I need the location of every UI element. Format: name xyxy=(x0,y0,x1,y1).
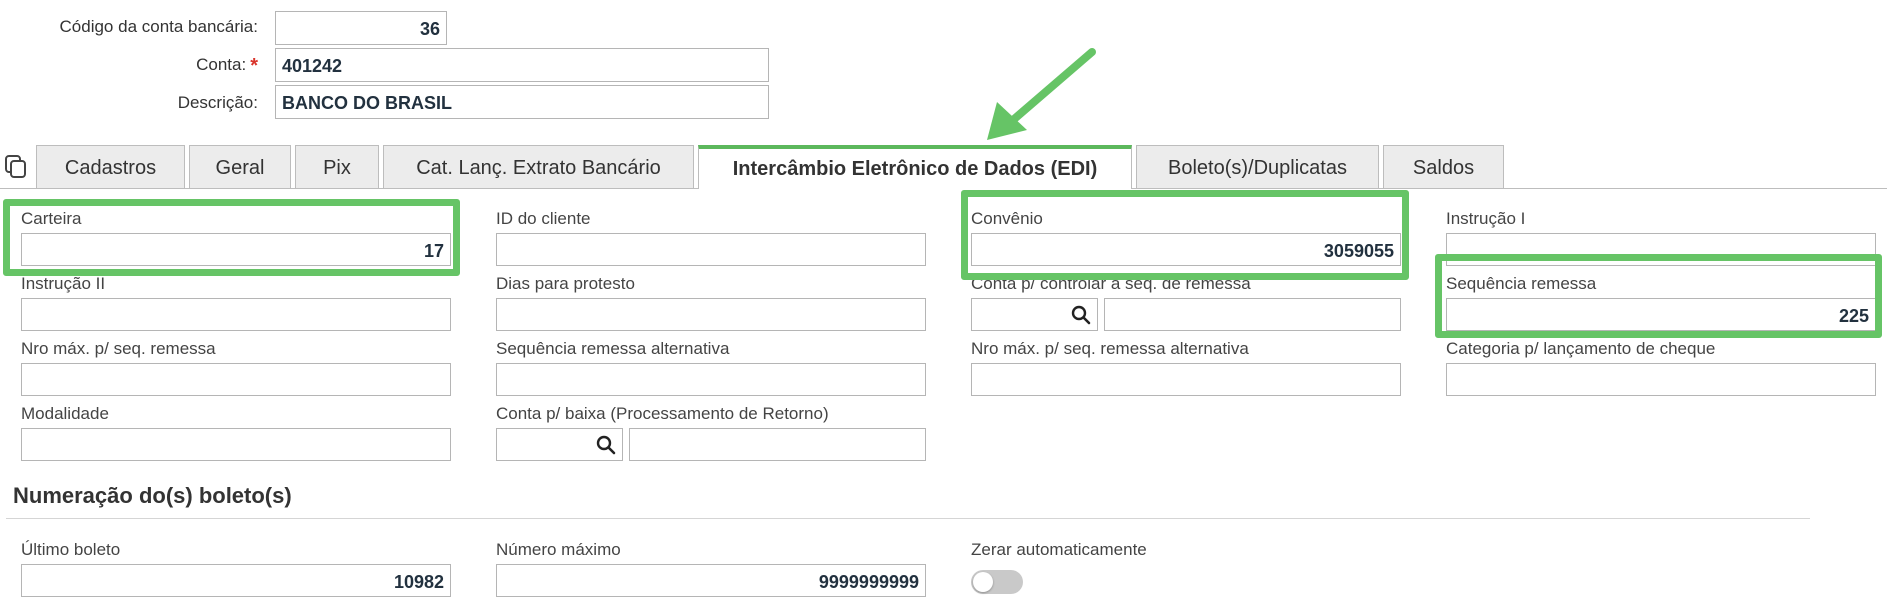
dias-protesto-label: Dias para protesto xyxy=(496,274,635,293)
tab-edi[interactable]: Intercâmbio Eletrônico de Dados (EDI) xyxy=(698,145,1132,189)
instrucao1-label: Instrução I xyxy=(1446,209,1526,228)
zerar-toggle[interactable] xyxy=(971,570,1023,594)
conta-label-text: Conta: xyxy=(196,55,247,74)
search-icon xyxy=(596,435,616,455)
tab-cat-lanc-extrato[interactable]: Cat. Lanç. Extrato Bancário xyxy=(383,145,694,188)
toggle-knob xyxy=(973,572,993,592)
seq-remessa-alt-label: Sequência remessa alternativa xyxy=(496,339,730,358)
search-icon xyxy=(1071,305,1091,325)
highlight-sequencia-remessa xyxy=(1435,254,1882,338)
instrucao2-label: Instrução II xyxy=(21,274,106,293)
section-divider xyxy=(6,518,1810,519)
categoria-cheque-field[interactable] xyxy=(1446,363,1876,396)
codigo-label: Código da conta bancária: xyxy=(59,17,258,36)
conta-baixa-field[interactable] xyxy=(629,428,926,461)
numero-maximo-label: Número máximo xyxy=(496,540,621,559)
highlight-convenio xyxy=(961,190,1409,280)
tab-boletos-duplicatas[interactable]: Boleto(s)/Duplicatas xyxy=(1136,145,1379,188)
codigo-field[interactable]: 36 xyxy=(275,11,447,45)
categoria-cheque-label: Categoria p/ lançamento de cheque xyxy=(1446,339,1716,358)
instrucao2-field[interactable] xyxy=(21,298,451,331)
nro-max-seq-alt-label: Nro máx. p/ seq. remessa alternativa xyxy=(971,339,1249,358)
tab-cadastros[interactable]: Cadastros xyxy=(36,145,185,188)
conta-field[interactable]: 401242 xyxy=(275,48,769,82)
ultimo-boleto-field[interactable]: 10982 xyxy=(21,564,451,597)
conta-label: Conta: * xyxy=(28,54,258,77)
highlight-carteira xyxy=(3,199,460,276)
tab-geral[interactable]: Geral xyxy=(189,145,291,188)
nro-max-seq-alt-field[interactable] xyxy=(971,363,1401,396)
conta-baixa-lookup[interactable] xyxy=(496,428,623,461)
id-cliente-label: ID do cliente xyxy=(496,209,591,228)
numero-maximo-field[interactable]: 9999999999 xyxy=(496,564,926,597)
tab-pix[interactable]: Pix xyxy=(295,145,379,188)
nro-max-seq-label: Nro máx. p/ seq. remessa xyxy=(21,339,216,358)
conta-seq-remessa-field[interactable] xyxy=(1104,298,1401,331)
conta-baixa-label: Conta p/ baixa (Processamento de Retorno… xyxy=(496,404,829,423)
zerar-label: Zerar automaticamente xyxy=(971,540,1147,559)
seq-remessa-alt-field[interactable] xyxy=(496,363,926,396)
modalidade-label: Modalidade xyxy=(21,404,109,423)
tab-saldos[interactable]: Saldos xyxy=(1383,145,1504,188)
copy-icon[interactable] xyxy=(4,154,28,180)
numeracao-title: Numeração do(s) boleto(s) xyxy=(13,483,292,508)
nro-max-seq-field[interactable] xyxy=(21,363,451,396)
conta-seq-remessa-lookup[interactable] xyxy=(971,298,1098,331)
descricao-label: Descrição: xyxy=(177,93,258,112)
modalidade-field[interactable] xyxy=(21,428,451,461)
ultimo-boleto-label: Último boleto xyxy=(21,540,121,559)
id-cliente-field[interactable] xyxy=(496,233,926,266)
required-asterisk: * xyxy=(250,54,258,77)
dias-protesto-field[interactable] xyxy=(496,298,926,331)
descricao-field[interactable]: BANCO DO BRASIL xyxy=(275,85,769,119)
arrow-annotation xyxy=(987,48,1096,140)
